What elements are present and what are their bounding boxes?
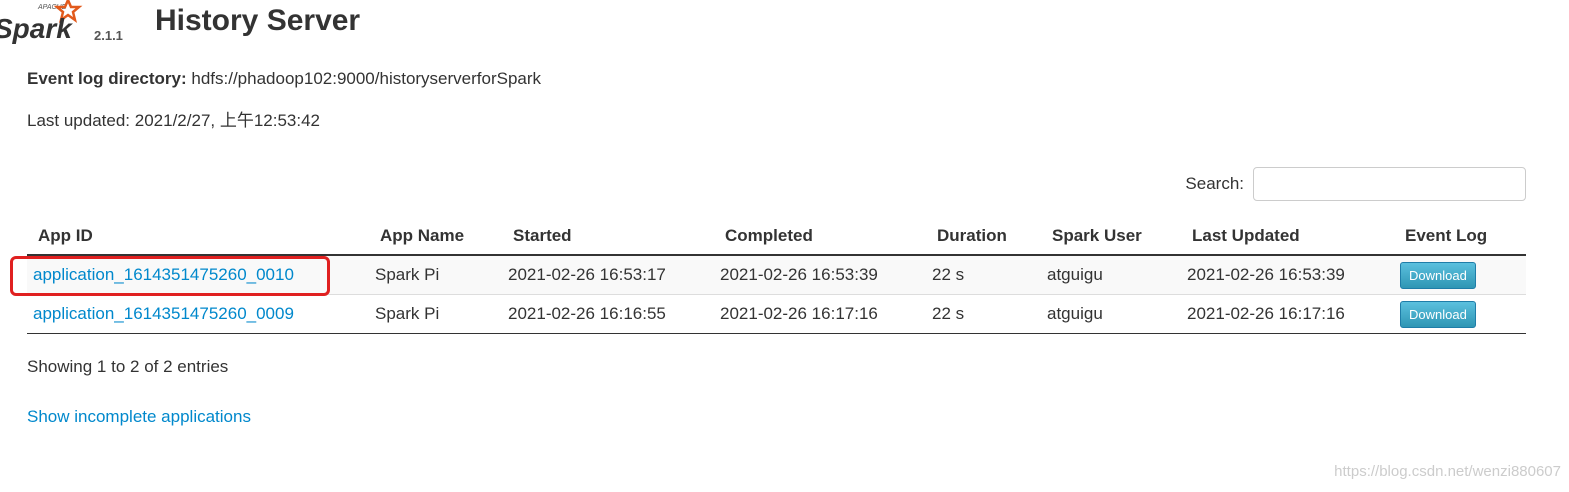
table-row: application_1614351475260_0009 Spark Pi … xyxy=(27,294,1526,334)
spark-user-cell: atguigu xyxy=(1041,255,1181,295)
page-title: History Server xyxy=(155,4,361,37)
app-id-link[interactable]: application_1614351475260_0009 xyxy=(33,304,294,323)
show-incomplete-link[interactable]: Show incomplete applications xyxy=(27,407,251,427)
table-header-row: App ID App Name Started Completed Durati… xyxy=(27,217,1526,256)
app-name-cell: Spark Pi xyxy=(369,294,502,334)
header-last-updated[interactable]: Last Updated xyxy=(1181,217,1394,256)
last-updated: Last updated: 2021/2/27, 上午12:53:42 xyxy=(27,106,320,131)
download-button[interactable]: Download xyxy=(1400,300,1476,328)
last-updated-value: 2021/2/27, 上午12:53:42 xyxy=(134,111,321,130)
last-updated-cell: 2021-02-26 16:53:39 xyxy=(1181,255,1394,295)
entries-info: Showing 1 to 2 of 2 entries xyxy=(27,357,229,376)
spark-wordmark: Spark xyxy=(0,13,73,44)
header-started[interactable]: Started xyxy=(502,217,714,256)
header-app-name[interactable]: App Name xyxy=(369,217,502,256)
download-button[interactable]: Download xyxy=(1400,261,1476,289)
event-log-cell: Download xyxy=(1394,255,1526,295)
event-log-cell: Download xyxy=(1394,294,1526,334)
last-updated-cell: 2021-02-26 16:17:16 xyxy=(1181,294,1394,334)
app-id-cell: application_1614351475260_0009 xyxy=(27,294,369,334)
duration-cell: 22 s xyxy=(926,255,1041,295)
event-log-directory: Event log directory: hdfs://phadoop102:9… xyxy=(27,69,541,89)
version-label: 2.1.1 xyxy=(94,28,123,43)
last-updated-label: Last updated: xyxy=(27,111,131,130)
watermark: https://blog.csdn.net/wenzi880607 xyxy=(1334,463,1561,480)
completed-cell: 2021-02-26 16:53:39 xyxy=(714,255,926,295)
event-log-label: Event log directory: xyxy=(27,69,187,88)
started-cell: 2021-02-26 16:53:17 xyxy=(502,255,714,295)
search-input[interactable] xyxy=(1253,167,1526,201)
duration-cell: 22 s xyxy=(926,294,1041,334)
header-event-log[interactable]: Event Log xyxy=(1394,217,1526,256)
search-box: Search: xyxy=(1185,167,1526,201)
header-app-id[interactable]: App ID xyxy=(27,217,369,256)
header-completed[interactable]: Completed xyxy=(714,217,926,256)
search-label: Search: xyxy=(1185,174,1244,193)
highlight-annotation-box xyxy=(10,256,330,296)
app-name-cell: Spark Pi xyxy=(369,255,502,295)
started-cell: 2021-02-26 16:16:55 xyxy=(502,294,714,334)
event-log-value: hdfs://phadoop102:9000/historyserverforS… xyxy=(191,69,542,88)
header-duration[interactable]: Duration xyxy=(926,217,1041,256)
completed-cell: 2021-02-26 16:17:16 xyxy=(714,294,926,334)
spark-user-cell: atguigu xyxy=(1041,294,1181,334)
header-spark-user[interactable]: Spark User xyxy=(1041,217,1181,256)
